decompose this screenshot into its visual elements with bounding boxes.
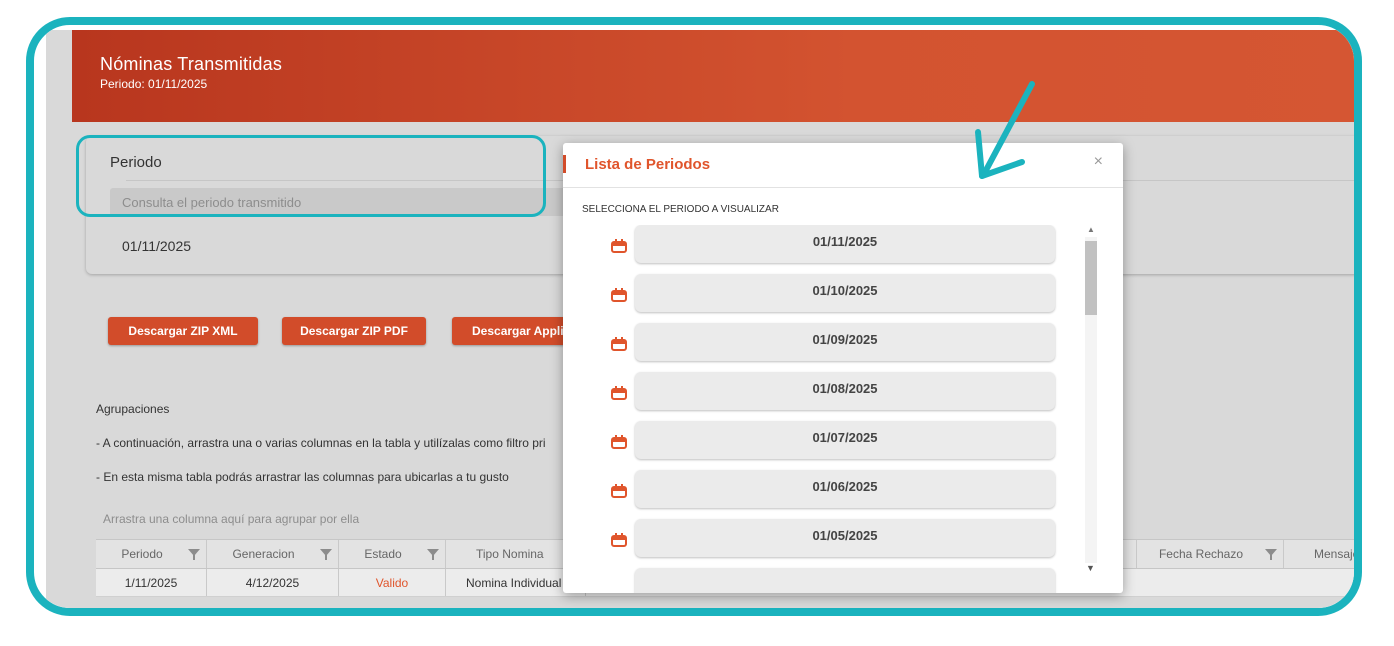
filter-icon[interactable]: [427, 549, 439, 560]
modal-accent-bar: [563, 155, 566, 173]
period-option[interactable]: 01/10/2025: [635, 274, 1055, 312]
filter-icon[interactable]: [1265, 549, 1277, 560]
scroll-thumb[interactable]: [1085, 241, 1097, 315]
group-drop-zone[interactable]: Arrastra una columna aquí para agrupar p…: [103, 512, 359, 526]
column-label: Periodo: [121, 547, 163, 561]
column-header-generacion[interactable]: Generacion: [207, 540, 339, 568]
page-subtitle: Periodo: 01/11/2025: [100, 77, 208, 91]
list-item[interactable]: 01/08/2025: [603, 372, 1063, 412]
column-header-estado[interactable]: Estado: [339, 540, 446, 568]
list-item[interactable]: 01/09/2025: [603, 323, 1063, 363]
periodos-list: 01/11/2025 01/10/2025 01/09/2025 01/08/2…: [603, 225, 1063, 593]
close-icon[interactable]: ×: [1094, 153, 1103, 171]
annotation-arrow-icon: [975, 81, 1035, 179]
cell-periodo: 1/11/2025: [96, 569, 207, 596]
column-label: Mensaje Rec: [1314, 547, 1360, 561]
cell-generacion: 4/12/2025: [207, 569, 339, 596]
list-item-partial[interactable]: [603, 568, 1063, 593]
column-label: Estado: [364, 547, 402, 561]
list-item[interactable]: 01/05/2025: [603, 519, 1063, 559]
scroll-down-icon[interactable]: ▼: [1086, 563, 1095, 573]
modal-title: Lista de Periodos: [585, 156, 711, 173]
period-option[interactable]: 01/07/2025: [635, 421, 1055, 459]
column-label: Generacion: [232, 547, 295, 561]
filter-icon[interactable]: [320, 549, 332, 560]
periodo-highlight-box: [76, 135, 546, 217]
column-label: Tipo Nomina: [476, 547, 544, 561]
list-item[interactable]: 01/07/2025: [603, 421, 1063, 461]
period-option[interactable]: 01/09/2025: [635, 323, 1055, 361]
download-zip-xml-button[interactable]: Descargar ZIP XML: [108, 317, 258, 345]
period-option[interactable]: 01/11/2025: [635, 225, 1055, 263]
period-option[interactable]: 01/06/2025: [635, 470, 1055, 508]
calendar-icon: [611, 288, 627, 302]
periodos-modal: Lista de Periodos × SELECCIONA EL PERIOD…: [563, 143, 1123, 593]
list-item[interactable]: 01/10/2025: [603, 274, 1063, 314]
calendar-icon: [611, 386, 627, 400]
page-header: Nóminas Transmitidas Periodo: 01/11/2025: [72, 30, 1354, 122]
modal-scrollbar[interactable]: ▲ ▼: [1083, 225, 1097, 575]
scroll-up-icon[interactable]: ▲: [1087, 225, 1095, 234]
column-label: Fecha Rechazo: [1158, 547, 1244, 561]
column-header-fecha-rechazo[interactable]: Fecha Rechazo: [1136, 540, 1284, 568]
column-header-periodo[interactable]: Periodo: [96, 540, 207, 568]
download-zip-pdf-button[interactable]: Descargar ZIP PDF: [282, 317, 426, 345]
calendar-icon: [611, 484, 627, 498]
filter-icon[interactable]: [188, 549, 200, 560]
agrupaciones-note-2: - En esta misma tabla podrás arrastrar l…: [96, 470, 509, 484]
cell-estado: Valido: [339, 569, 446, 596]
modal-subtitle: SELECCIONA EL PERIODO A VISUALIZAR: [582, 204, 779, 215]
page-title: Nóminas Transmitidas: [100, 54, 283, 74]
period-option[interactable]: 01/08/2025: [635, 372, 1055, 410]
period-option-partial[interactable]: [635, 568, 1055, 593]
period-option[interactable]: 01/05/2025: [635, 519, 1055, 557]
list-item[interactable]: 01/06/2025: [603, 470, 1063, 510]
calendar-icon: [611, 337, 627, 351]
calendar-icon: [611, 533, 627, 547]
agrupaciones-note-1: - A continuación, arrastra una o varias …: [96, 436, 546, 450]
column-header-mensaje-rechazo[interactable]: Mensaje Rec: [1284, 540, 1360, 568]
periodo-selected-value[interactable]: 01/11/2025: [122, 238, 191, 254]
list-item[interactable]: 01/11/2025: [603, 225, 1063, 265]
calendar-icon: [611, 239, 627, 253]
calendar-icon: [611, 435, 627, 449]
agrupaciones-title: Agrupaciones: [96, 402, 170, 416]
